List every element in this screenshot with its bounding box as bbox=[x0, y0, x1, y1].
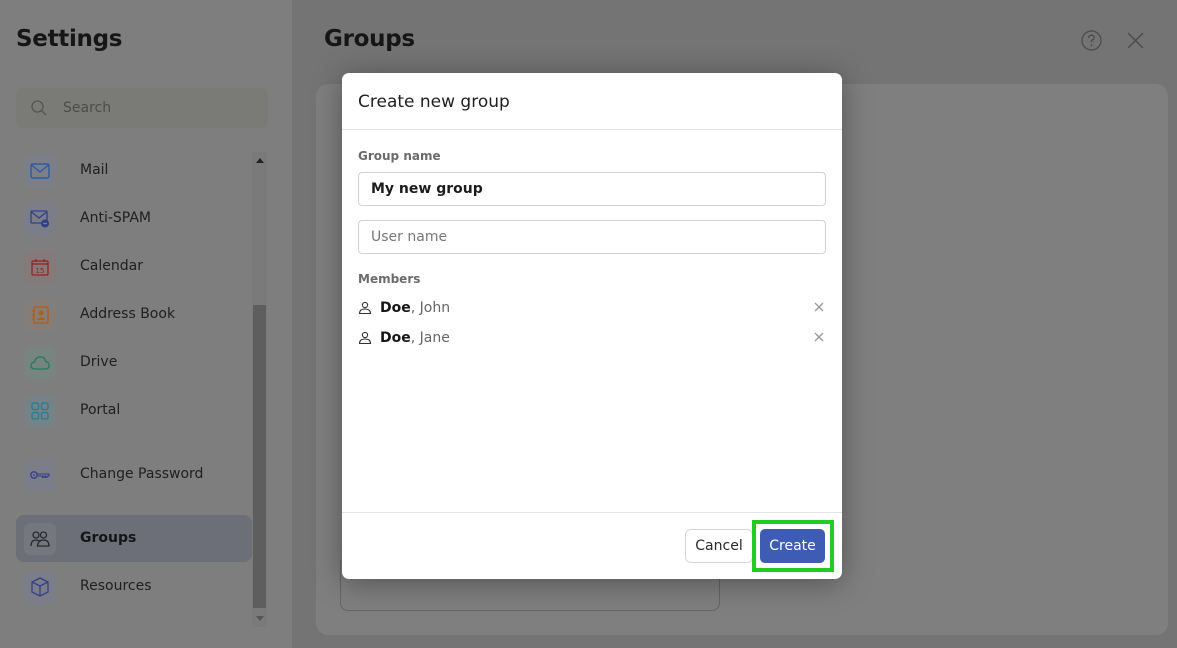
sidebar-item-resources[interactable]: Resources bbox=[16, 563, 252, 610]
scroll-thumb[interactable] bbox=[253, 305, 266, 608]
person-icon bbox=[358, 301, 372, 315]
sidebar-item-calendar[interactable]: 15 Calendar bbox=[16, 243, 252, 290]
sidebar-item-change-password[interactable]: Change Password bbox=[16, 451, 252, 498]
member-first-name: John bbox=[419, 300, 451, 316]
mail-icon bbox=[24, 155, 56, 187]
anti-spam-icon bbox=[24, 203, 56, 235]
dialog-header: Create new group bbox=[342, 73, 842, 130]
sidebar-item-label: Portal bbox=[80, 402, 121, 418]
members-label: Members bbox=[358, 272, 421, 286]
search-icon bbox=[31, 100, 47, 116]
remove-member-icon[interactable] bbox=[814, 332, 824, 342]
member-first-name: Jane bbox=[419, 330, 450, 346]
page-title: Groups bbox=[324, 26, 415, 52]
sidebar-item-label: Change Password bbox=[80, 466, 204, 482]
sidebar-item-anti-spam[interactable]: Anti-SPAM bbox=[16, 195, 252, 242]
scroll-down-arrow-icon[interactable] bbox=[256, 616, 264, 621]
sidebar-item-mail[interactable]: Mail bbox=[16, 147, 252, 194]
user-name-input[interactable]: User name bbox=[358, 220, 826, 254]
key-icon bbox=[24, 459, 56, 491]
sidebar-scrollbar[interactable] bbox=[252, 152, 267, 627]
remove-member-icon[interactable] bbox=[814, 302, 824, 312]
sidebar-item-label: Calendar bbox=[80, 258, 143, 274]
sidebar-item-label: Address Book bbox=[80, 306, 176, 322]
sidebar-item-address-book[interactable]: Address Book bbox=[16, 291, 252, 338]
sidebar-item-groups[interactable]: Groups bbox=[16, 515, 252, 562]
sidebar-item-label: Drive bbox=[80, 354, 118, 370]
member-item: Doe, Jane bbox=[358, 326, 826, 350]
sidebar-item-drive[interactable]: Drive bbox=[16, 339, 252, 386]
dialog-footer: Cancel Create bbox=[342, 512, 842, 579]
address-book-icon bbox=[24, 299, 56, 331]
dialog-title: Create new group bbox=[358, 92, 510, 112]
sidebar-item-label: Resources bbox=[80, 578, 152, 594]
sidebar-item-label: Anti-SPAM bbox=[80, 210, 151, 226]
sidebar-item-label: Groups bbox=[80, 530, 137, 546]
scroll-up-arrow-icon[interactable] bbox=[256, 158, 264, 163]
person-icon bbox=[358, 331, 372, 345]
grid-icon bbox=[24, 395, 56, 427]
member-last-name: Doe bbox=[380, 300, 411, 316]
create-button[interactable]: Create bbox=[760, 529, 825, 563]
cube-icon bbox=[24, 571, 56, 603]
calendar-icon: 15 bbox=[24, 251, 56, 283]
cancel-button[interactable]: Cancel bbox=[685, 529, 753, 563]
cloud-icon bbox=[24, 347, 56, 379]
create-group-dialog: Create new group Group name My new group… bbox=[342, 73, 842, 579]
group-name-label: Group name bbox=[358, 149, 441, 163]
close-icon[interactable] bbox=[1126, 31, 1145, 50]
search-placeholder: Search bbox=[63, 100, 112, 116]
settings-sidebar: Settings Search Mail Anti-SPAM 15 Calend… bbox=[0, 0, 292, 648]
svg-text:15: 15 bbox=[36, 267, 45, 275]
help-icon[interactable] bbox=[1081, 30, 1102, 51]
member-item: Doe, John bbox=[358, 296, 826, 320]
groups-icon bbox=[24, 523, 56, 555]
sidebar-item-portal[interactable]: Portal bbox=[16, 387, 252, 434]
search-input[interactable]: Search bbox=[16, 88, 268, 128]
group-name-input[interactable]: My new group bbox=[358, 172, 826, 206]
member-last-name: Doe bbox=[380, 330, 411, 346]
sidebar-title: Settings bbox=[16, 26, 123, 52]
sidebar-item-label: Mail bbox=[80, 162, 109, 178]
